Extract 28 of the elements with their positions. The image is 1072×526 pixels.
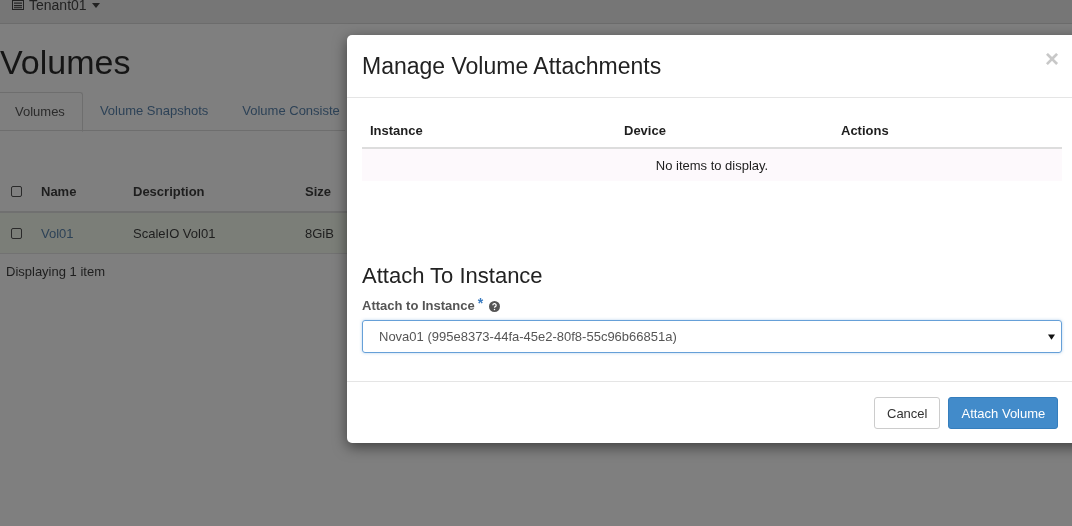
column-header: Device xyxy=(624,122,667,138)
tab[interactable]: Volumes xyxy=(0,92,83,132)
checkbox[interactable] xyxy=(11,185,22,197)
field-label: Attach to Instance xyxy=(362,297,475,315)
empty-message: No items to display. xyxy=(655,157,769,173)
caret-icon xyxy=(1048,333,1055,340)
required-mark: * xyxy=(477,297,484,309)
volume-link[interactable]: Vol01 xyxy=(41,225,133,241)
help-icon[interactable] xyxy=(489,301,501,312)
section-title: Attach To Instance xyxy=(362,262,544,290)
column-header: Actions xyxy=(841,122,889,138)
project-dropdown[interactable]: Tenant01 xyxy=(12,0,100,13)
list-icon xyxy=(12,0,24,10)
table-cell-text: ScaleIO Vol01 xyxy=(133,225,217,241)
dialog-title: Manage Volume Attachments xyxy=(361,52,662,81)
tab[interactable]: Volume Snapshots xyxy=(82,92,226,130)
table-cell: 8GiB xyxy=(305,225,334,241)
attach-button[interactable]: Attach Volume xyxy=(948,397,1059,429)
cancel-button[interactable]: Cancel xyxy=(874,397,941,429)
instance-select[interactable]: Nova01 (995e8373-44fa-45e2-80f8-55c96b66851a) xyxy=(362,320,1062,353)
column-header: Size xyxy=(305,183,331,199)
page-title: Volumes xyxy=(0,42,131,82)
column-header: Description xyxy=(133,183,206,199)
caret-icon xyxy=(91,2,100,8)
checkbox[interactable] xyxy=(11,227,22,239)
column-header: Name xyxy=(41,183,78,199)
item-count: Displaying 1 item xyxy=(6,264,105,279)
column-header: Instance xyxy=(370,122,424,138)
